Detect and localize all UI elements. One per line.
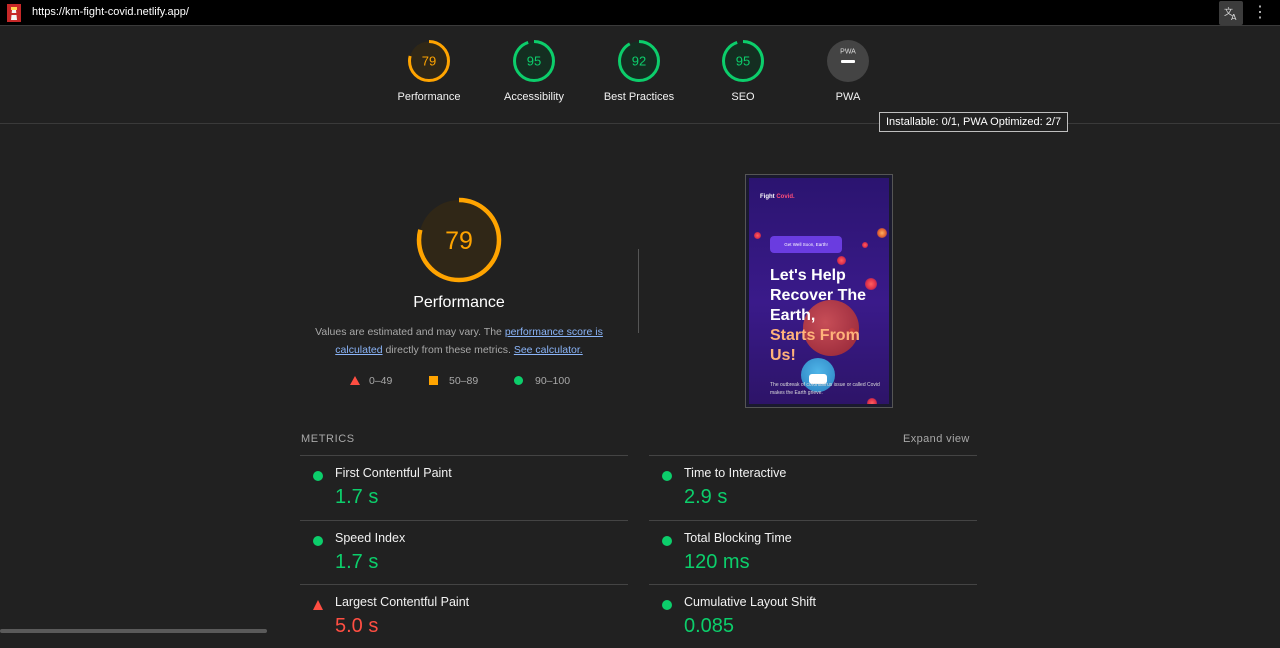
performance-big-score: 79 <box>445 227 473 255</box>
heading-line-highlight: Starts From <box>770 327 860 344</box>
gauge-label: Accessibility <box>504 91 564 103</box>
metric-speed-index: Speed Index 1.7 s <box>300 520 628 584</box>
performance-description: Values are estimated and may vary. The p… <box>300 323 618 359</box>
gauge-best-practices[interactable]: 92 Best Practices <box>584 39 694 103</box>
metric-time-to-interactive: Time to Interactive 2.9 s <box>649 455 977 519</box>
thumbnail-page: Fight Covid. Get Well Soon, Earth! Let's… <box>749 178 889 404</box>
url-text[interactable]: https://km-fight-covid.netlify.app/ <box>32 6 189 18</box>
performance-big-gauge: 79 <box>416 197 502 283</box>
legend-item-average: 50–89 <box>429 374 478 388</box>
kebab-menu-icon[interactable]: ⋮ <box>1252 4 1268 22</box>
metric-name: Total Blocking Time <box>684 531 792 545</box>
metric-largest-contentful-paint: Largest Contentful Paint 5.0 s <box>300 584 628 648</box>
heading-line: Recover The <box>770 287 867 304</box>
spore <box>754 232 761 239</box>
legend-range: 50–89 <box>449 375 479 387</box>
thumb-heading: Let's Help Recover The Earth, Starts Fro… <box>770 266 880 366</box>
thumb-pill: Get Well Soon, Earth! <box>770 236 842 253</box>
legend-range: 0–49 <box>369 375 393 387</box>
metric-value: 1.7 s <box>335 551 379 573</box>
heading-line-highlight: Us! <box>770 347 796 364</box>
metric-name: Cumulative Layout Shift <box>684 595 817 609</box>
browser-bar: https://km-fight-covid.netlify.app/ 文 A … <box>0 0 1280 26</box>
metric-name: Largest Contentful Paint <box>335 595 470 609</box>
svg-text:A: A <box>1231 13 1237 21</box>
metric-value: 5.0 s <box>335 615 379 637</box>
pass-circle-icon <box>662 600 672 610</box>
metric-total-blocking-time: Total Blocking Time 120 ms <box>649 520 977 584</box>
spore <box>867 398 877 404</box>
fail-triangle-icon <box>313 600 323 610</box>
accessibility-gauge-ring: 95 <box>513 40 555 82</box>
lighthouse-icon <box>7 4 21 22</box>
final-screenshot-thumbnail[interactable]: Fight Covid. Get Well Soon, Earth! Let's… <box>745 174 893 408</box>
heading-line: Earth, <box>770 307 816 324</box>
expand-view-toggle[interactable]: Expand view <box>903 433 970 445</box>
category-gauges: 79 Performance 95 Accessibility 92 Best … <box>0 26 1280 124</box>
pwa-badge-icon: PWA <box>827 40 869 82</box>
heading-line: Let's Help <box>770 267 846 284</box>
score-legend: 0–49 50–89 90–100 <box>350 374 610 388</box>
spore <box>877 228 887 238</box>
metric-value: 0.085 <box>684 615 735 637</box>
pass-circle-icon <box>313 471 323 481</box>
translate-icon[interactable]: 文 A <box>1219 1 1243 25</box>
gauge-label: Performance <box>397 91 461 103</box>
pwa-tooltip: Installable: 0/1, PWA Optimized: 2/7 <box>879 112 1069 132</box>
spore <box>837 256 846 265</box>
brand-text: Fight <box>760 194 775 200</box>
best-practices-gauge-ring: 92 <box>618 40 660 82</box>
horizontal-scrollbar[interactable] <box>0 629 267 633</box>
desc-text: Values are estimated and may vary. The <box>315 326 505 338</box>
gauge-accessibility[interactable]: 95 Accessibility <box>479 39 589 103</box>
metric-name: Speed Index <box>335 531 406 545</box>
thumb-paragraph: The outbreak of coronavirus issue or cal… <box>770 382 880 396</box>
seo-gauge-ring: 95 <box>722 40 764 82</box>
performance-gauge-ring: 79 <box>408 40 450 82</box>
metric-name: Time to Interactive <box>684 466 787 480</box>
brand-accent: Covid. <box>776 194 795 200</box>
legend-range: 90–100 <box>535 375 571 387</box>
pwa-badge-text: PWA <box>840 49 856 56</box>
square-icon <box>429 376 438 385</box>
pass-circle-icon <box>662 471 672 481</box>
legend-item-pass: 90–100 <box>514 374 570 388</box>
metric-cumulative-layout-shift: Cumulative Layout Shift 0.085 <box>649 584 977 648</box>
gauge-seo[interactable]: 95 SEO <box>688 39 798 103</box>
see-calculator-link[interactable]: See calculator. <box>514 344 583 356</box>
desc-text: directly from these metrics. <box>382 344 514 356</box>
gauge-score: 92 <box>632 54 646 69</box>
metric-first-contentful-paint: First Contentful Paint 1.7 s <box>300 455 628 519</box>
triangle-icon <box>350 376 360 385</box>
metric-value: 1.7 s <box>335 486 379 508</box>
vertical-divider <box>638 249 639 333</box>
gauge-performance[interactable]: 79 Performance <box>374 39 484 103</box>
gauge-label: SEO <box>731 91 755 103</box>
spore <box>862 242 868 248</box>
metric-value: 2.9 s <box>684 486 728 508</box>
gauge-score: 95 <box>736 54 750 69</box>
gauge-score: 95 <box>527 54 541 69</box>
metrics-heading: METRICS <box>301 433 355 445</box>
metric-value: 120 ms <box>684 551 750 573</box>
pass-circle-icon <box>313 536 323 546</box>
gauge-label: Best Practices <box>603 91 675 103</box>
metric-name: First Contentful Paint <box>335 466 452 480</box>
gauge-pwa[interactable]: PWA PWA <box>793 39 903 103</box>
thumb-brand: Fight Covid. <box>760 194 795 200</box>
gauge-label: PWA <box>835 91 861 103</box>
gauge-score: 79 <box>422 54 436 69</box>
pass-circle-icon <box>662 536 672 546</box>
performance-title: Performance <box>413 294 505 311</box>
legend-item-fail: 0–49 <box>350 374 392 388</box>
circle-icon <box>514 376 523 385</box>
